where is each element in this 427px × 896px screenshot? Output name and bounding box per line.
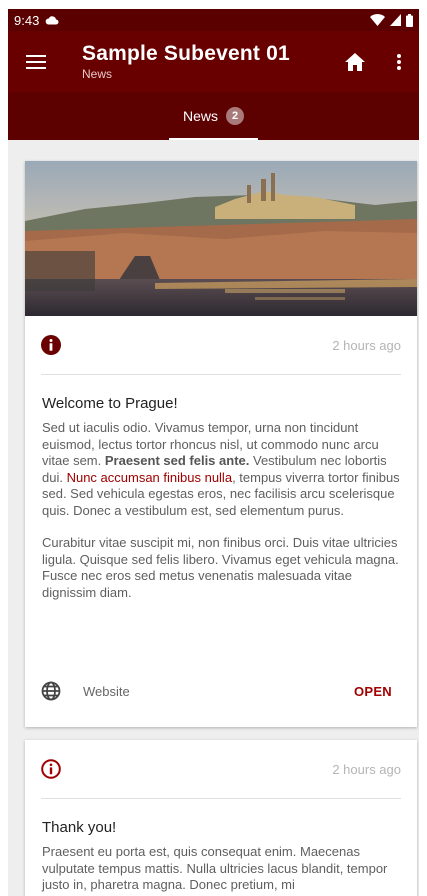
signal-icon bbox=[390, 14, 401, 26]
app-screen: 9:43 Sample Subevent 01 News News 2 2 ho… bbox=[8, 9, 419, 896]
post-time: 2 hours ago bbox=[332, 761, 401, 777]
home-icon bbox=[345, 52, 365, 71]
open-website-button[interactable]: OPEN bbox=[354, 684, 401, 699]
page-subtitle: News bbox=[82, 67, 113, 81]
post-body: Sed ut iaculis odio. Vivamus tempor, urn… bbox=[42, 420, 401, 601]
status-bar: 9:43 bbox=[8, 9, 419, 31]
post-body: Praesent eu porta est, quis consequat en… bbox=[42, 844, 388, 892]
page-title: Sample Subevent 01 bbox=[82, 42, 290, 65]
website-action-row[interactable]: Website OPEN bbox=[25, 675, 417, 707]
tab-indicator bbox=[168, 138, 258, 140]
news-card[interactable]: 2 hours ago Welcome to Prague! Sed ut ia… bbox=[25, 161, 417, 727]
body-paragraph-2: Curabitur vitae suscipit mi, non finibus… bbox=[42, 535, 399, 600]
battery-icon bbox=[406, 13, 413, 27]
app-bar: Sample Subevent 01 News bbox=[8, 31, 419, 92]
news-card[interactable]: 2 hours ago Thank you! Praesent eu porta… bbox=[25, 740, 417, 896]
news-count-badge: 2 bbox=[226, 107, 244, 125]
info-outline-icon bbox=[41, 759, 61, 779]
divider bbox=[41, 374, 401, 375]
globe-icon bbox=[41, 681, 61, 701]
tab-news[interactable]: News 2 bbox=[168, 92, 258, 140]
wifi-icon bbox=[370, 14, 385, 26]
overflow-menu-button[interactable] bbox=[379, 31, 419, 92]
cloud-icon bbox=[45, 16, 59, 25]
body-link[interactable]: Nunc accumsan finibus nulla bbox=[67, 470, 232, 485]
post-time: 2 hours ago bbox=[332, 337, 401, 353]
tab-bar: News 2 bbox=[8, 92, 419, 140]
more-vertical-icon bbox=[397, 53, 401, 70]
post-title: Welcome to Prague! bbox=[42, 395, 178, 412]
prague-hero-image bbox=[25, 161, 417, 316]
home-button[interactable] bbox=[331, 31, 379, 92]
menu-button[interactable] bbox=[8, 31, 64, 92]
info-icon bbox=[41, 335, 61, 355]
tab-news-label: News bbox=[182, 108, 218, 124]
website-label: Website bbox=[83, 683, 130, 699]
post-title: Thank you! bbox=[42, 819, 117, 836]
hamburger-menu-icon bbox=[26, 54, 46, 69]
divider bbox=[41, 798, 401, 799]
status-time: 9:43 bbox=[14, 12, 40, 28]
body-bold-text: Praesent sed felis ante. bbox=[104, 453, 250, 468]
